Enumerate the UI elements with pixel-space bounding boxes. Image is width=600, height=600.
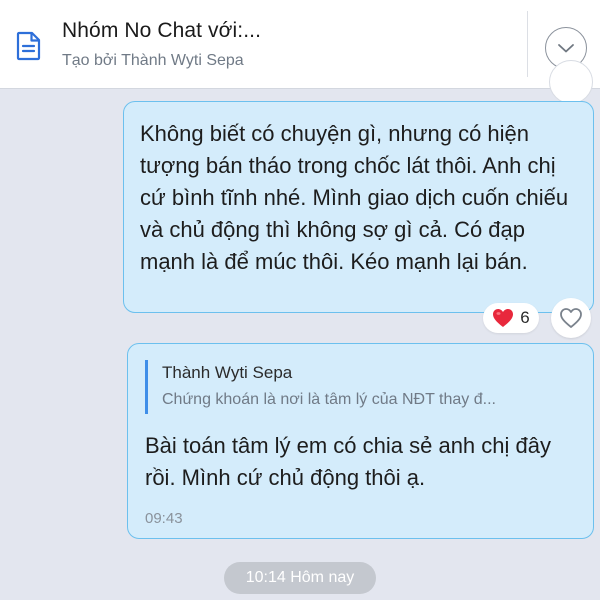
message-text: Bài toán tâm lý em có chia sẻ anh chị đâ… (145, 433, 551, 490)
header-divider (527, 11, 528, 77)
quote-author: Thành Wyti Sepa (162, 363, 293, 382)
reaction-summary[interactable]: 6 (483, 303, 539, 333)
group-title[interactable]: Nhóm No Chat với:... (62, 19, 261, 43)
quote-text: Chứng khoán là nơi là tâm lý của NĐT tha… (162, 391, 496, 408)
message-text: Không biết có chuyện gì, nhưng có hiện t… (140, 121, 569, 274)
chevron-down-icon (558, 44, 574, 53)
message-bubble[interactable]: Thành Wyti Sepa Chứng khoán là nơi là tâ… (127, 343, 594, 539)
group-creator: Tạo bởi Thành Wyti Sepa (62, 52, 244, 69)
date-separator: 10:14 Hôm nay (224, 562, 376, 594)
message-bubble[interactable]: Không biết có chuyện gì, nhưng có hiện t… (123, 101, 594, 313)
reaction-button-partial[interactable] (549, 60, 593, 104)
message-time: 09:43 (145, 510, 183, 527)
document-icon[interactable] (15, 31, 43, 61)
heart-emoji-icon (493, 309, 514, 327)
chat-header: Nhóm No Chat với:... Tạo bởi Thành Wyti … (0, 0, 600, 89)
quoted-message[interactable]: Thành Wyti Sepa Chứng khoán là nơi là tâ… (145, 360, 580, 414)
heart-outline-icon (560, 308, 582, 328)
react-button[interactable] (551, 298, 591, 338)
reaction-count: 6 (520, 308, 530, 327)
